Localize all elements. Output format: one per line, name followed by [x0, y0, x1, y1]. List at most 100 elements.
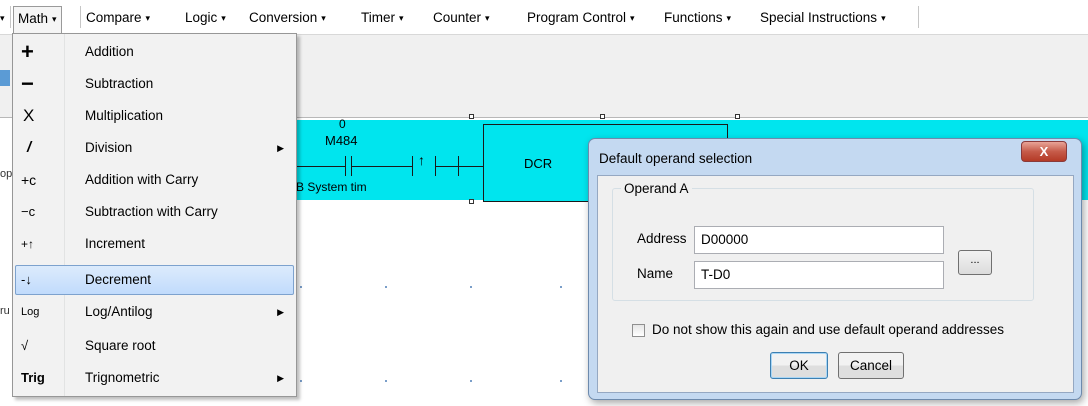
grid-dot — [560, 286, 562, 288]
menu-separator — [80, 6, 81, 28]
browse-button[interactable]: ... — [958, 250, 992, 275]
menu-overflow-arrow[interactable]: ▾ — [0, 8, 5, 28]
side-tab[interactable] — [0, 70, 10, 86]
menu-item-label: Log/Antilog — [85, 304, 153, 319]
app-window: ▾ Math ▾ Compare ▾ Logic ▾ Conversion ▾ Time… — [0, 0, 1088, 406]
grid-dot — [470, 380, 472, 382]
menu-item-square-root[interactable]: √ Square root — [15, 331, 294, 361]
menu-item-label: Decrement — [85, 272, 152, 287]
menu-item-label: Division — [85, 140, 133, 155]
close-button[interactable]: X — [1021, 141, 1067, 162]
multiply-icon: X — [23, 106, 35, 125]
subtract-carry-icon: −c — [21, 204, 36, 219]
chevron-down-icon: ▾ — [485, 13, 490, 23]
address-field[interactable]: D00000 — [694, 226, 944, 254]
rung-wire — [459, 166, 483, 167]
chevron-down-icon: ▾ — [52, 14, 57, 24]
menu-item-increment[interactable]: +↑ Increment — [15, 229, 294, 259]
selection-handle[interactable] — [600, 114, 605, 119]
contact-name: M484 — [325, 133, 358, 148]
menu-item-addition-with-carry[interactable]: +c Addition with Carry — [15, 165, 294, 195]
name-field[interactable]: T-D0 — [694, 261, 944, 289]
submenu-arrow-icon: ▶ — [277, 143, 284, 153]
menu-timer[interactable]: Timer ▾ — [361, 8, 404, 28]
instruction-label: DCR — [524, 156, 553, 171]
dialog-title: Default operand selection — [599, 151, 753, 166]
menu-special-instructions[interactable]: Special Instructions ▾ — [760, 8, 886, 28]
name-label: Name — [637, 266, 674, 281]
increment-icon: +↑ — [21, 237, 35, 251]
menu-item-multiplication[interactable]: X Multiplication — [15, 101, 294, 131]
chevron-down-icon: ▾ — [630, 13, 635, 23]
menu-item-label: Subtraction — [85, 76, 154, 91]
cancel-button[interactable]: Cancel — [838, 352, 904, 379]
selection-handle[interactable] — [469, 199, 474, 204]
dialog-body: Operand A Address D00000 Name T-D0 ... D… — [597, 175, 1074, 393]
contact-description: B System tim — [296, 180, 367, 194]
menu-item-label: Square root — [85, 338, 156, 353]
menu-item-decrement[interactable]: -↓ Decrement — [15, 265, 294, 295]
menu-item-subtraction-with-carry[interactable]: −c Subtraction with Carry — [15, 197, 294, 227]
menu-item-addition[interactable]: + Addition — [15, 37, 294, 67]
chevron-down-icon: ▾ — [321, 13, 326, 23]
dialog-titlebar[interactable]: Default operand selection X — [589, 139, 1081, 175]
menu-separator — [918, 6, 919, 28]
menu-item-label: Increment — [85, 236, 146, 251]
menu-bar: ▾ Math ▾ Compare ▾ Logic ▾ Conversion ▾ Time… — [0, 0, 1088, 34]
grid-dot — [470, 286, 472, 288]
address-label: Address — [637, 231, 687, 246]
selection-handle[interactable] — [469, 114, 474, 119]
menu-item-log-antilog[interactable]: Log Log/Antilog ▶ — [15, 297, 294, 327]
menu-separator — [10, 6, 11, 28]
menu-item-label: Trignometric — [85, 370, 160, 385]
checkbox-label[interactable]: Do not show this again and use default o… — [652, 322, 1004, 337]
chevron-down-icon: ▾ — [399, 13, 404, 23]
menu-program-control[interactable]: Program Control ▾ — [527, 8, 635, 28]
menu-functions[interactable]: Functions ▾ — [664, 8, 731, 28]
left-edge-fragment: ru — [0, 305, 10, 317]
selection-handle[interactable] — [735, 114, 740, 119]
menu-compare[interactable]: Compare ▾ — [86, 8, 150, 28]
menu-conversion[interactable]: Conversion ▾ — [249, 8, 326, 28]
square-root-icon: √ — [21, 338, 29, 353]
close-icon: X — [1039, 144, 1049, 159]
chevron-down-icon: ▾ — [726, 13, 732, 23]
grid-dot — [385, 380, 387, 382]
menu-math[interactable]: Math ▾ — [13, 6, 62, 34]
menu-item-subtraction[interactable]: − Subtraction — [15, 69, 294, 99]
left-edge-fragment: op — [0, 168, 13, 180]
group-label: Operand A — [621, 181, 692, 196]
plus-icon: + — [21, 39, 34, 64]
menu-item-label: Subtraction with Carry — [85, 204, 218, 219]
log-icon: Log — [21, 306, 40, 318]
contact-bar-left — [345, 156, 346, 176]
rung-wire — [436, 166, 458, 167]
math-dropdown-menu: + Addition − Subtraction X Multiplicatio… — [12, 33, 297, 397]
menu-item-label: Addition — [85, 44, 134, 59]
rung-wire — [297, 166, 345, 167]
menu-item-trignometric[interactable]: Trig Trignometric ▶ — [15, 363, 294, 393]
menu-logic[interactable]: Logic ▾ — [185, 8, 226, 28]
grid-dot — [300, 380, 302, 382]
rising-edge-arrow-icon: ↑ — [418, 152, 425, 168]
operand-dialog: Default operand selection X Operand A Ad… — [588, 138, 1082, 400]
menu-item-label: Addition with Carry — [85, 172, 199, 187]
rung-wire — [352, 166, 412, 167]
grid-dot — [385, 286, 387, 288]
divide-icon: / — [27, 139, 32, 156]
chevron-down-icon: ▾ — [145, 13, 151, 23]
grid-dot — [300, 286, 302, 288]
submenu-arrow-icon: ▶ — [277, 373, 284, 383]
menu-item-label: Multiplication — [85, 108, 164, 123]
add-carry-icon: +c — [21, 172, 37, 188]
submenu-arrow-icon: ▶ — [277, 307, 284, 317]
menu-counter[interactable]: Counter ▾ — [433, 8, 490, 28]
chevron-down-icon: ▾ — [881, 13, 886, 23]
contact-value: 0 — [339, 117, 346, 131]
ok-button[interactable]: OK — [770, 352, 828, 379]
minus-icon: − — [21, 71, 34, 96]
chevron-down-icon: ▾ — [221, 13, 226, 23]
dont-show-checkbox[interactable] — [632, 324, 645, 337]
left-panel — [0, 120, 12, 406]
menu-item-division[interactable]: / Division ▶ — [15, 133, 294, 163]
